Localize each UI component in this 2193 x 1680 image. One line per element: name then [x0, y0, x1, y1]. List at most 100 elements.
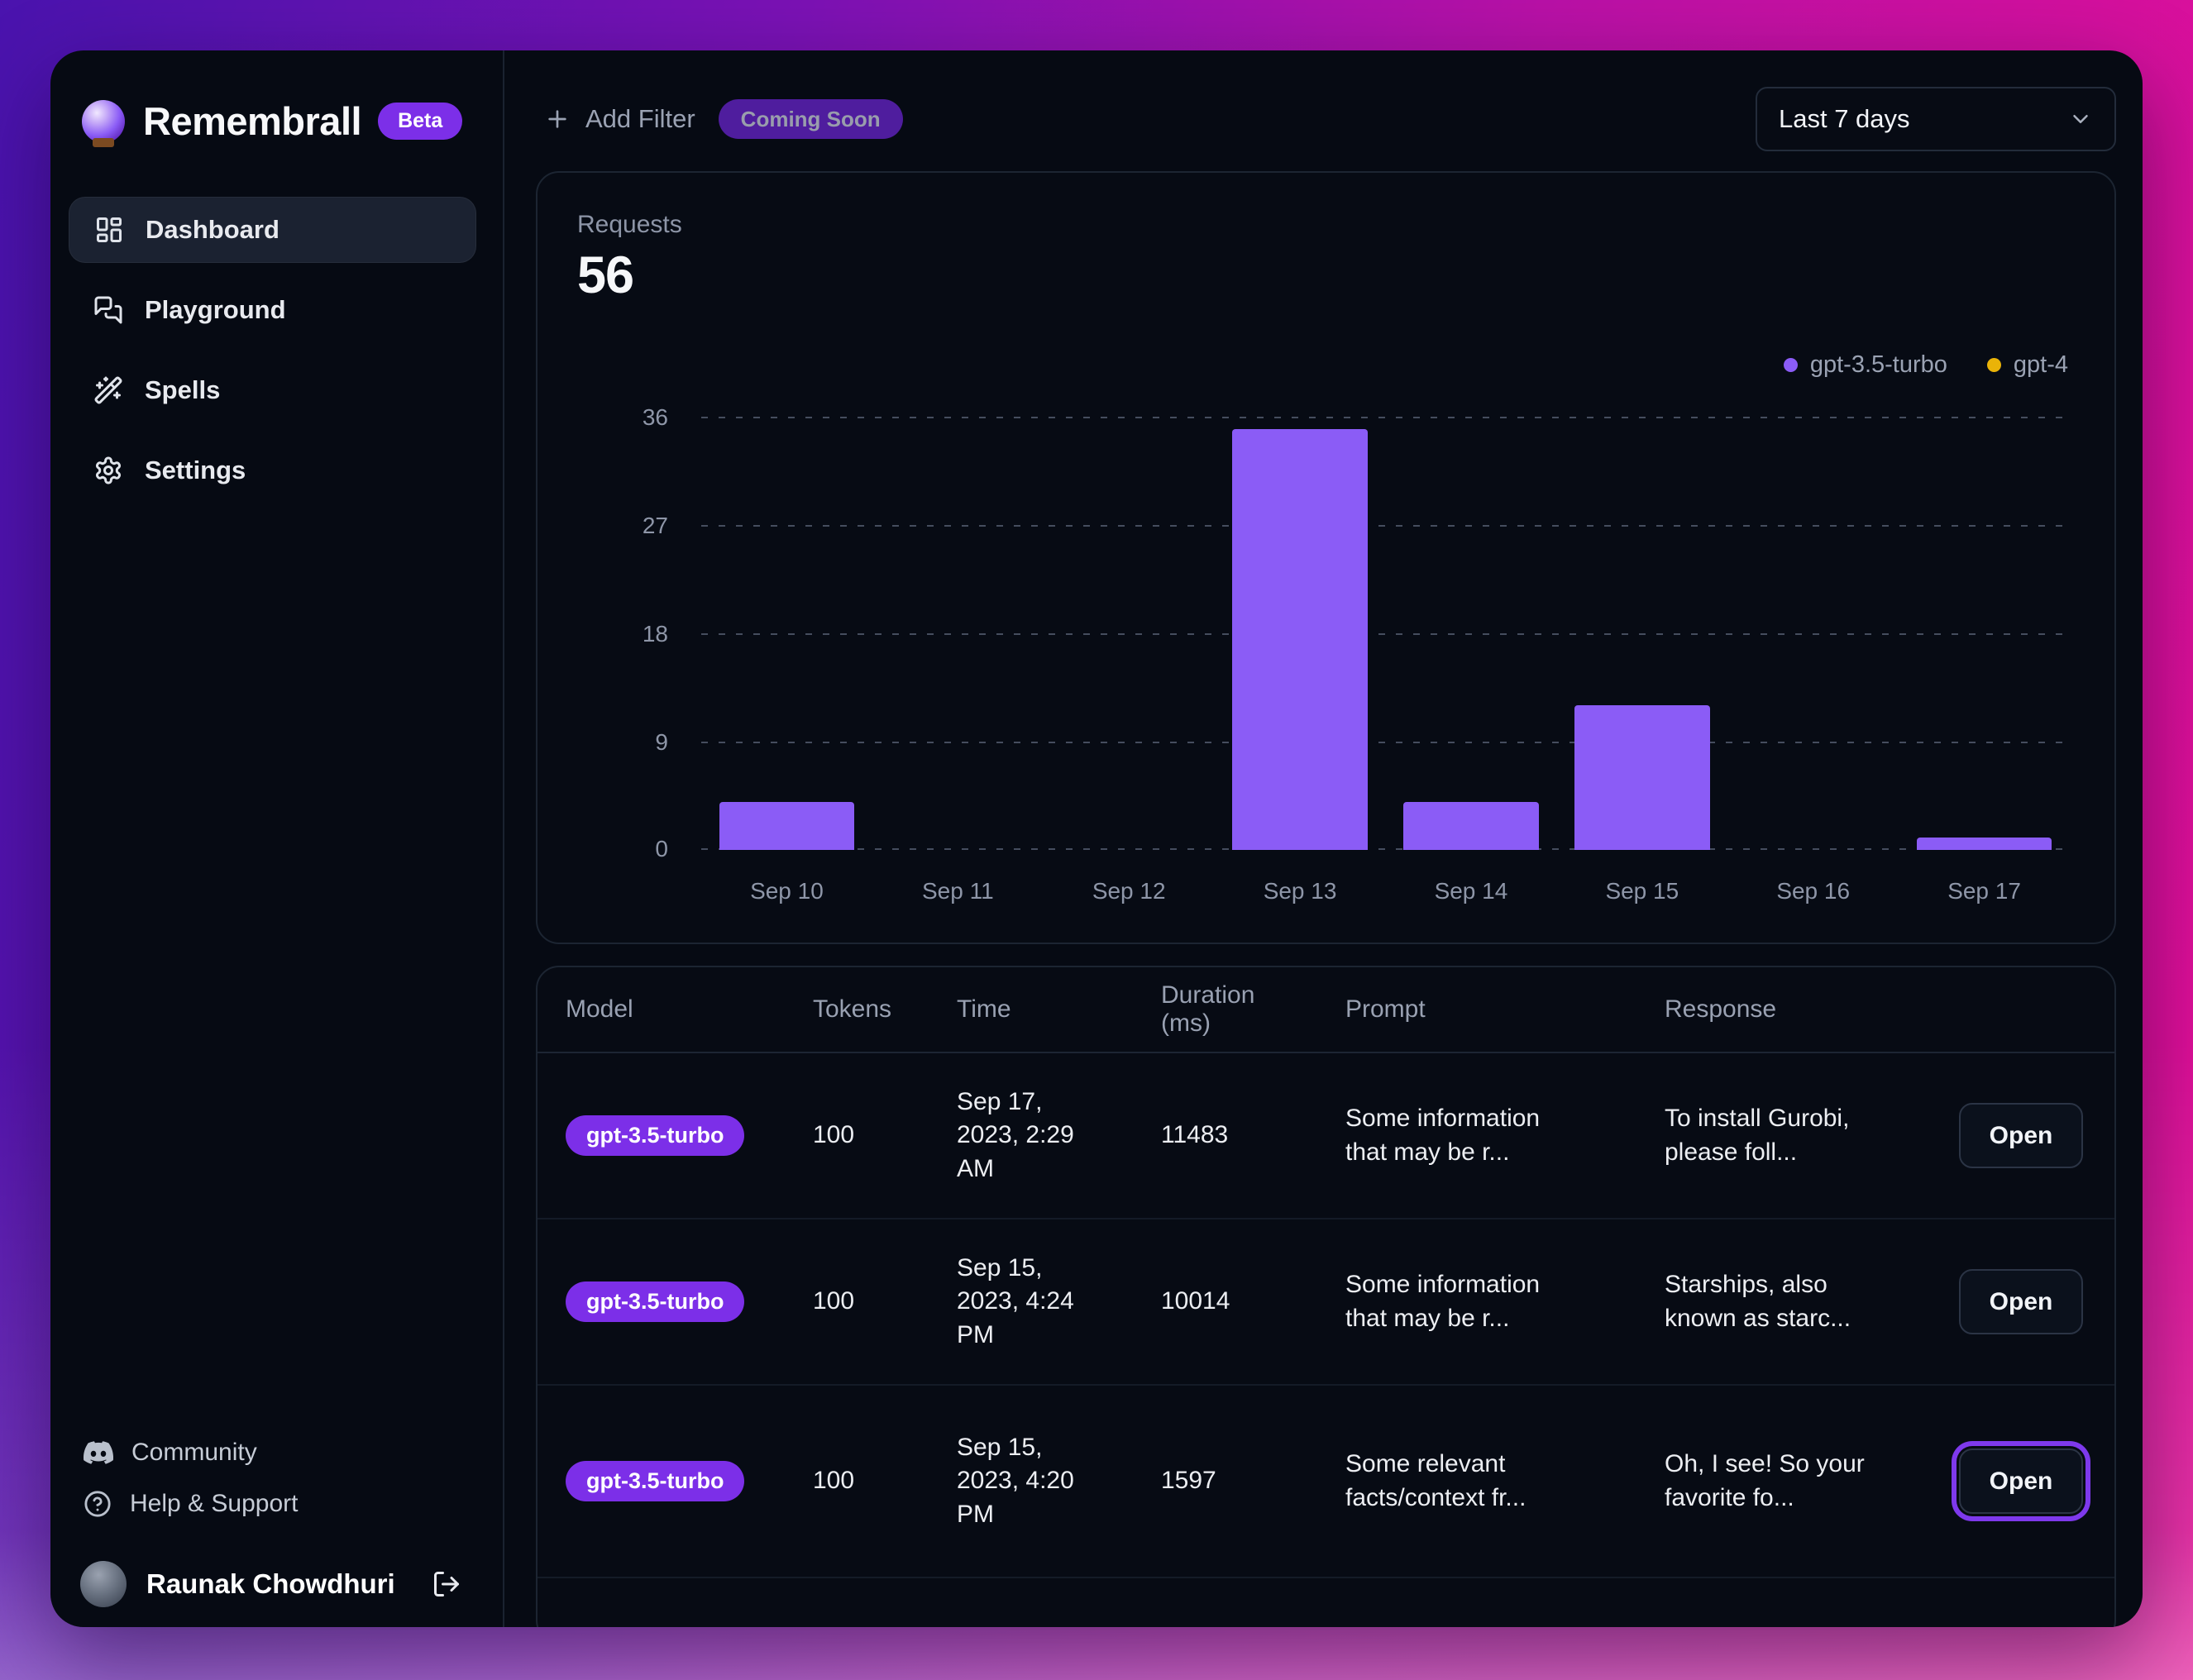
- time-cell: Sep 15, 2023, 4:24 PM: [957, 1253, 1074, 1348]
- legend-dot-purple: [1783, 358, 1798, 372]
- y-axis-tick: 27: [642, 513, 668, 538]
- tokens-cell: 100: [813, 1287, 855, 1315]
- bar-chart-plot: 36 27 18 9 0: [643, 404, 2070, 861]
- sidebar-item-dashboard[interactable]: Dashboard: [69, 197, 476, 263]
- avatar[interactable]: [80, 1561, 127, 1607]
- chart-bar-sep-13[interactable]: [1232, 428, 1368, 850]
- duration-cell: 11483: [1161, 1121, 1229, 1149]
- user-row: Raunak Chowdhuri: [69, 1553, 476, 1616]
- table-row-partial: [538, 1578, 2114, 1627]
- x-axis-tick: Sep 10: [750, 878, 824, 904]
- sidebar-item-label: Help & Support: [130, 1490, 299, 1517]
- logo: Remembrall Beta: [82, 98, 476, 147]
- response-cell: Oh, I see! So your favorite fo...: [1665, 1450, 1865, 1511]
- crystal-ball-icon: [82, 99, 125, 147]
- sidebar-item-help-support[interactable]: Help & Support: [69, 1478, 476, 1530]
- spells-icon: [93, 375, 123, 405]
- model-badge: gpt-3.5-turbo: [566, 1115, 745, 1156]
- chart-bar-sep-10[interactable]: [719, 801, 855, 850]
- bar-slots: [701, 417, 2070, 850]
- metric-label: Requests: [577, 211, 682, 238]
- column-header-response: Response: [1665, 995, 1777, 1023]
- sidebar-item-label: Dashboard: [146, 215, 280, 244]
- date-range-select[interactable]: Last 7 days: [1756, 87, 2116, 151]
- x-axis-tick: Sep 14: [1434, 878, 1508, 904]
- app-title: Remembrall: [143, 99, 362, 143]
- app-window: Remembrall Beta Dashboard Playground Spe…: [50, 50, 2143, 1627]
- settings-icon: [93, 456, 123, 485]
- prompt-cell: Some information that may be r...: [1345, 1271, 1541, 1332]
- column-header-tokens: Tokens: [813, 995, 892, 1023]
- x-axis-tick: Sep 17: [1947, 878, 2021, 904]
- dashboard-icon: [94, 215, 124, 245]
- metric-value: 56: [577, 246, 634, 304]
- main-content: Add Filter Coming Soon Last 7 days Reque…: [504, 50, 2143, 1627]
- chart-bar-sep-15[interactable]: [1574, 705, 1710, 850]
- tokens-cell: 100: [813, 1467, 855, 1495]
- plus-icon: [544, 106, 571, 132]
- legend-item-gpt-4: gpt-4: [1986, 351, 2068, 379]
- x-axis-tick: Sep 16: [1776, 878, 1851, 904]
- x-axis-tick: Sep 15: [1605, 878, 1679, 904]
- x-axis-tick: Sep 11: [921, 878, 994, 904]
- model-badge: gpt-3.5-turbo: [566, 1281, 745, 1322]
- y-axis-tick: 9: [655, 729, 668, 755]
- chart-bar-sep-14[interactable]: [1403, 801, 1539, 850]
- playground-icon: [93, 295, 123, 325]
- topbar: Add Filter Coming Soon Last 7 days: [536, 87, 2116, 151]
- x-axis-tick: Sep 13: [1263, 878, 1337, 904]
- legend-item-gpt-3-5-turbo: gpt-3.5-turbo: [1783, 351, 1947, 379]
- chart-bar-sep-17[interactable]: [1916, 838, 2052, 850]
- discord-icon: [84, 1440, 113, 1465]
- sidebar-nav: Dashboard Playground Spells Settings: [69, 197, 476, 504]
- column-header-model: Model: [566, 995, 633, 1023]
- add-filter-label: Add Filter: [585, 104, 695, 133]
- desktop-background: Remembrall Beta Dashboard Playground Spe…: [0, 0, 2193, 1680]
- sidebar: Remembrall Beta Dashboard Playground Spe…: [50, 50, 504, 1627]
- response-cell: Starships, also known as starc...: [1665, 1271, 1851, 1332]
- coming-soon-badge: Coming Soon: [718, 99, 903, 139]
- chevron-down-icon: [2068, 107, 2093, 131]
- time-cell: Sep 17, 2023, 2:29 AM: [957, 1087, 1074, 1182]
- table-row: gpt-3.5-turbo 100 Sep 17, 2023, 2:29 AM …: [538, 1053, 2114, 1219]
- prompt-cell: Some relevant facts/context fr...: [1345, 1450, 1526, 1511]
- response-cell: To install Gurobi, please foll...: [1665, 1105, 1850, 1166]
- legend-label: gpt-3.5-turbo: [1809, 351, 1947, 378]
- sidebar-item-label: Playground: [145, 295, 286, 324]
- x-axis-tick: Sep 12: [1092, 878, 1166, 904]
- beta-badge: Beta: [378, 103, 463, 140]
- legend-label: gpt-4: [2013, 351, 2068, 378]
- open-button-focused[interactable]: Open: [1959, 1449, 2083, 1514]
- column-header-time: Time: [957, 995, 1011, 1023]
- sidebar-item-spells[interactable]: Spells: [69, 357, 476, 423]
- sidebar-item-label: Settings: [145, 456, 246, 484]
- sidebar-item-label: Community: [131, 1439, 257, 1466]
- legend-dot-yellow: [1986, 358, 2001, 372]
- y-axis-tick: 18: [642, 621, 668, 647]
- column-header-duration: Duration (ms): [1161, 981, 1255, 1037]
- sidebar-item-settings[interactable]: Settings: [69, 437, 476, 504]
- help-icon: [84, 1490, 112, 1518]
- x-axis-labels: Sep 10 Sep 11 Sep 12 Sep 13 Sep 14 Sep 1…: [701, 878, 2070, 904]
- sidebar-item-label: Spells: [145, 375, 221, 404]
- chart-legend: gpt-3.5-turbo gpt-4: [577, 351, 2068, 379]
- user-name: Raunak Chowdhuri: [146, 1568, 395, 1599]
- column-header-prompt: Prompt: [1345, 995, 1426, 1023]
- open-button[interactable]: Open: [1959, 1269, 2083, 1334]
- model-badge: gpt-3.5-turbo: [566, 1461, 745, 1501]
- requests-table-card: Model Tokens Time Duration (ms) Prompt R…: [536, 966, 2116, 1627]
- time-cell: Sep 15, 2023, 4:20 PM: [957, 1433, 1074, 1528]
- logout-icon[interactable]: [432, 1569, 461, 1599]
- tokens-cell: 100: [813, 1121, 855, 1149]
- duration-cell: 10014: [1161, 1287, 1230, 1315]
- sidebar-item-playground[interactable]: Playground: [69, 277, 476, 343]
- open-button[interactable]: Open: [1959, 1103, 2083, 1168]
- table-row: gpt-3.5-turbo 100 Sep 15, 2023, 4:20 PM …: [538, 1386, 2114, 1578]
- sidebar-item-community[interactable]: Community: [69, 1427, 476, 1478]
- requests-chart-card: Requests 56 gpt-3.5-turbo gpt-4 36 27 18…: [536, 171, 2116, 944]
- add-filter-button[interactable]: Add Filter: [544, 104, 695, 134]
- prompt-cell: Some information that may be r...: [1345, 1105, 1541, 1166]
- duration-cell: 1597: [1161, 1467, 1216, 1495]
- y-axis-tick: 0: [655, 836, 668, 861]
